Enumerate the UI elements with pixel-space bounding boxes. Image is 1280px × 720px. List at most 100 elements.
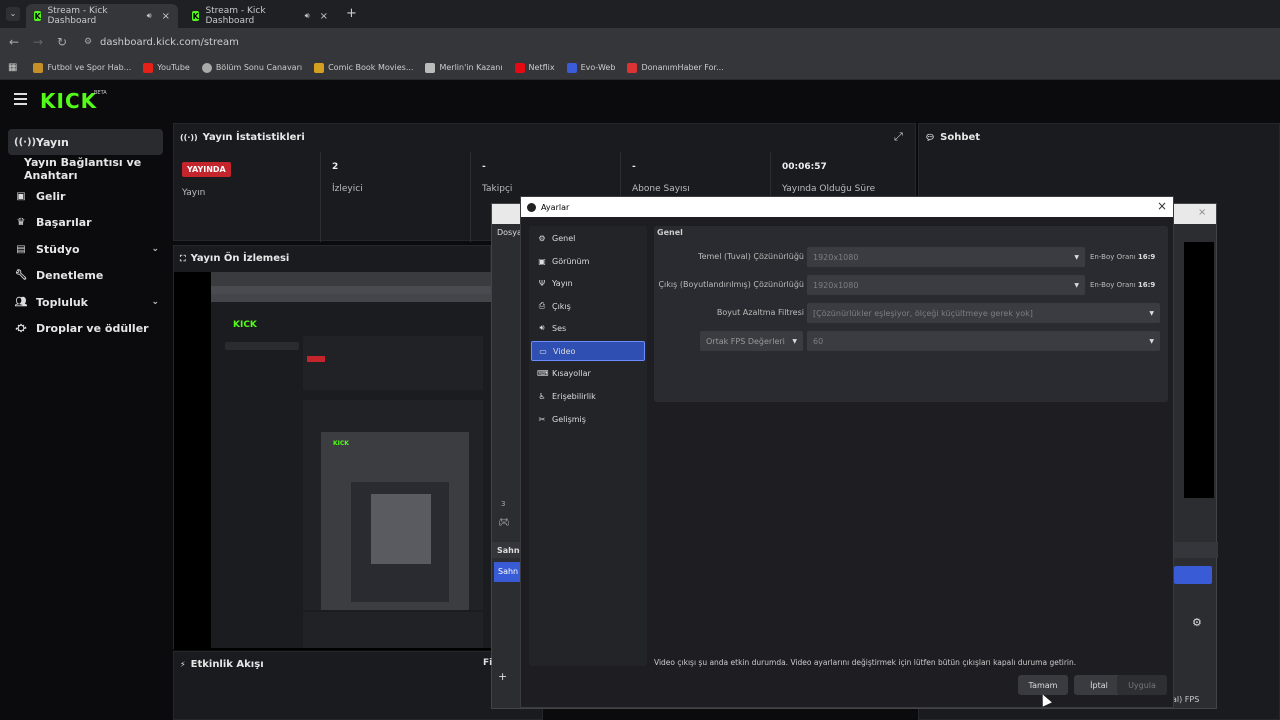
uptime-label: Yayında Olduğu Süre [782, 184, 876, 194]
fps-value-select[interactable]: 60 ▼ [807, 331, 1160, 351]
base-resolution-select[interactable]: 1920x1080 ▼ [807, 247, 1085, 267]
sidebar-item-yayin[interactable]: ((·)) Yayın [8, 129, 163, 155]
video-active-notice: Video çıkışı şu anda etkin durumda. Vide… [654, 658, 1077, 667]
tab-title: Stream - Kick Dashboard [47, 6, 108, 26]
fps-type-select[interactable]: Ortak FPS Değerleri ▼ [700, 331, 803, 351]
bookmark-item[interactable]: Futbol ve Spor Hab... [33, 62, 131, 73]
trophy-icon: ♛ [16, 216, 26, 228]
wrench-icon: 🔧︎ [14, 269, 28, 281]
speaker-icon[interactable]: 🔊︎ [147, 11, 152, 21]
bookmark-item[interactable]: Evo-Web [566, 62, 615, 73]
downscale-filter-select[interactable]: [Çözünürlükler eşleşiyor, ölçeği küçültm… [807, 303, 1160, 323]
apply-button[interactable]: Uygula [1117, 675, 1167, 695]
tab-close-icon[interactable]: × [320, 11, 328, 22]
expand-icon[interactable]: ⤢ [894, 130, 903, 144]
followers-label: Takipçi [482, 184, 513, 194]
broadcast-icon: ((·)) [14, 136, 37, 148]
forward-icon[interactable]: → [28, 35, 48, 49]
output-resolution-select[interactable]: 1920x1080 ▼ [807, 275, 1085, 295]
category-genel[interactable]: ⚙ Genel [531, 228, 645, 248]
browser-tab-2[interactable]: K Stream - Kick Dashboard 🔊︎ × [184, 4, 336, 28]
tab-search-button[interactable]: ⌄ [6, 7, 20, 21]
apps-icon[interactable]: ▦ [8, 62, 17, 73]
subscribers-value: - [632, 162, 636, 172]
chevron-down-icon: ▼ [1074, 253, 1079, 261]
sidebar-item-stream-key[interactable]: Yayın Bağlantısı ve Anahtarı [8, 156, 172, 182]
category-erisebilirlik[interactable]: ♿︎ Erişebilirlik [531, 386, 645, 406]
chevron-down-icon[interactable]: ⌄ [151, 244, 159, 254]
people-icon: 👥︎ [14, 296, 28, 308]
gift-icon: ⛮ [15, 322, 27, 334]
bookmark-item[interactable]: YouTube [143, 62, 190, 73]
stream-preview-video[interactable]: KICK KICK [174, 272, 492, 650]
new-tab-button[interactable]: + [346, 6, 357, 21]
sidebar-item-studyo[interactable]: ▤ Stüdyo ⌄ [8, 236, 163, 262]
category-video[interactable]: ▭ Video [531, 341, 645, 361]
lightning-icon: ⚡︎ [180, 660, 186, 669]
sidebar-item-denetleme[interactable]: 🔧︎ Denetleme [8, 262, 163, 288]
category-gelismis[interactable]: ✂ Gelişmiş [531, 409, 645, 429]
tab-close-icon[interactable]: × [162, 11, 170, 22]
video-settings-group: Genel Temel (Tuval) Çözünürlüğü 1920x108… [654, 226, 1168, 402]
subscribers-label: Abone Sayısı [632, 184, 690, 194]
kick-header [0, 80, 1280, 122]
stream-preview-panel: ⛶ Yayın Ön İzlemesi KICK KICK [173, 245, 492, 650]
live-label: Yayın [182, 188, 206, 198]
chevron-down-icon: ▼ [1149, 337, 1154, 345]
output-aspect-ratio: En-Boy Oranı 16:9 [1090, 281, 1156, 289]
sidebar-item-gelir[interactable]: ▣ Gelir [8, 183, 163, 209]
sidebar-item-basarilar[interactable]: ♛ Başarılar [8, 209, 163, 235]
viewers-value: 2 [332, 162, 339, 172]
bookmark-item[interactable]: Bölüm Sonu Canavarı [201, 62, 302, 73]
category-cikis[interactable]: ⎙ Çıkış [531, 296, 645, 316]
stats-panel-header: ((·)) Yayın İstatistikleri [180, 132, 305, 143]
uptime-value: 00:06:57 [782, 162, 827, 172]
category-ses[interactable]: 🔊︎ Ses [531, 318, 645, 338]
bookmark-item[interactable]: DonanımHaber For... [627, 62, 724, 73]
preview-header: ⛶ Yayın Ön İzlemesi [180, 253, 290, 264]
downscale-filter-label: Boyut Azaltma Filtresi [716, 308, 804, 317]
dialog-close-icon[interactable]: × [1157, 199, 1167, 213]
settings-dialog: Ayarlar × ⚙ Genel ▣ Görünüm Ψ Yayın ⎙ Çıkış … [520, 196, 1174, 708]
obs-close-icon[interactable]: × [1198, 207, 1206, 218]
browser-tab-1[interactable]: K Stream - Kick Dashboard 🔊︎ × [26, 4, 178, 28]
address-bar: ← → ↻ ⚙ dashboard.kick.com/stream [0, 28, 1280, 56]
category-kisayollar[interactable]: ⌨ Kısayollar [531, 363, 645, 383]
chat-bubble-icon: 💬︎ [925, 133, 936, 142]
chat-header: 💬︎ Sohbet [925, 132, 981, 143]
obs-misc-number: 3 [501, 500, 506, 508]
chevron-down-icon[interactable]: ⌄ [151, 297, 159, 307]
settings-category-list: ⚙ Genel ▣ Görünüm Ψ Yayın ⎙ Çıkış 🔊︎ Ses ▭ Vid… [529, 226, 647, 666]
viewers-label: İzleyici [332, 184, 363, 194]
category-gorunum[interactable]: ▣ Görünüm [531, 251, 645, 271]
kick-favicon-icon: K [34, 11, 42, 21]
display-icon: ▭ [539, 346, 547, 356]
sidebar-item-topluluk[interactable]: 👥︎ Topluluk ⌄ [8, 289, 163, 315]
bookmark-item[interactable]: Netflix [514, 62, 555, 73]
back-icon[interactable]: ← [4, 35, 24, 49]
chevron-down-icon: ▼ [1074, 281, 1079, 289]
beta-badge: BETA [94, 90, 107, 96]
chevron-down-icon: ▼ [792, 337, 797, 345]
obs-gear-icon[interactable]: ⚙ [1192, 616, 1202, 629]
obs-file-menu[interactable]: Dosya [497, 228, 522, 237]
speaker-icon[interactable]: 🔊︎ [305, 11, 310, 21]
reload-icon[interactable]: ↻ [52, 35, 72, 49]
add-scene-icon[interactable]: + [498, 670, 507, 683]
sidebar-item-droplar[interactable]: ⛮ Droplar ve ödüller [8, 315, 163, 341]
accessibility-icon: ♿︎ [538, 391, 546, 401]
category-yayin[interactable]: Ψ Yayın [531, 273, 645, 293]
kick-favicon-icon: K [192, 11, 200, 21]
preview-icon: ⛶ [180, 253, 186, 263]
url-field[interactable]: dashboard.kick.com/stream [100, 37, 239, 48]
bookmark-item[interactable]: Comic Book Movies... [314, 62, 413, 73]
events-header: ⚡︎ Etkinlik Akışı [180, 659, 264, 670]
hamburger-menu-icon[interactable] [14, 93, 27, 105]
output-icon: ⎙ [538, 301, 546, 310]
obs-misc-label: Fi [483, 658, 493, 668]
site-info-icon[interactable]: ⚙ [78, 37, 98, 47]
ok-button[interactable]: Tamam [1018, 675, 1068, 695]
output-resolution-label: Çıkış (Boyutlandırılmış) Çözünürlüğü [658, 280, 804, 289]
kick-logo[interactable]: KICK [40, 89, 97, 113]
bookmark-item[interactable]: Merlin'in Kazanı [425, 62, 503, 73]
